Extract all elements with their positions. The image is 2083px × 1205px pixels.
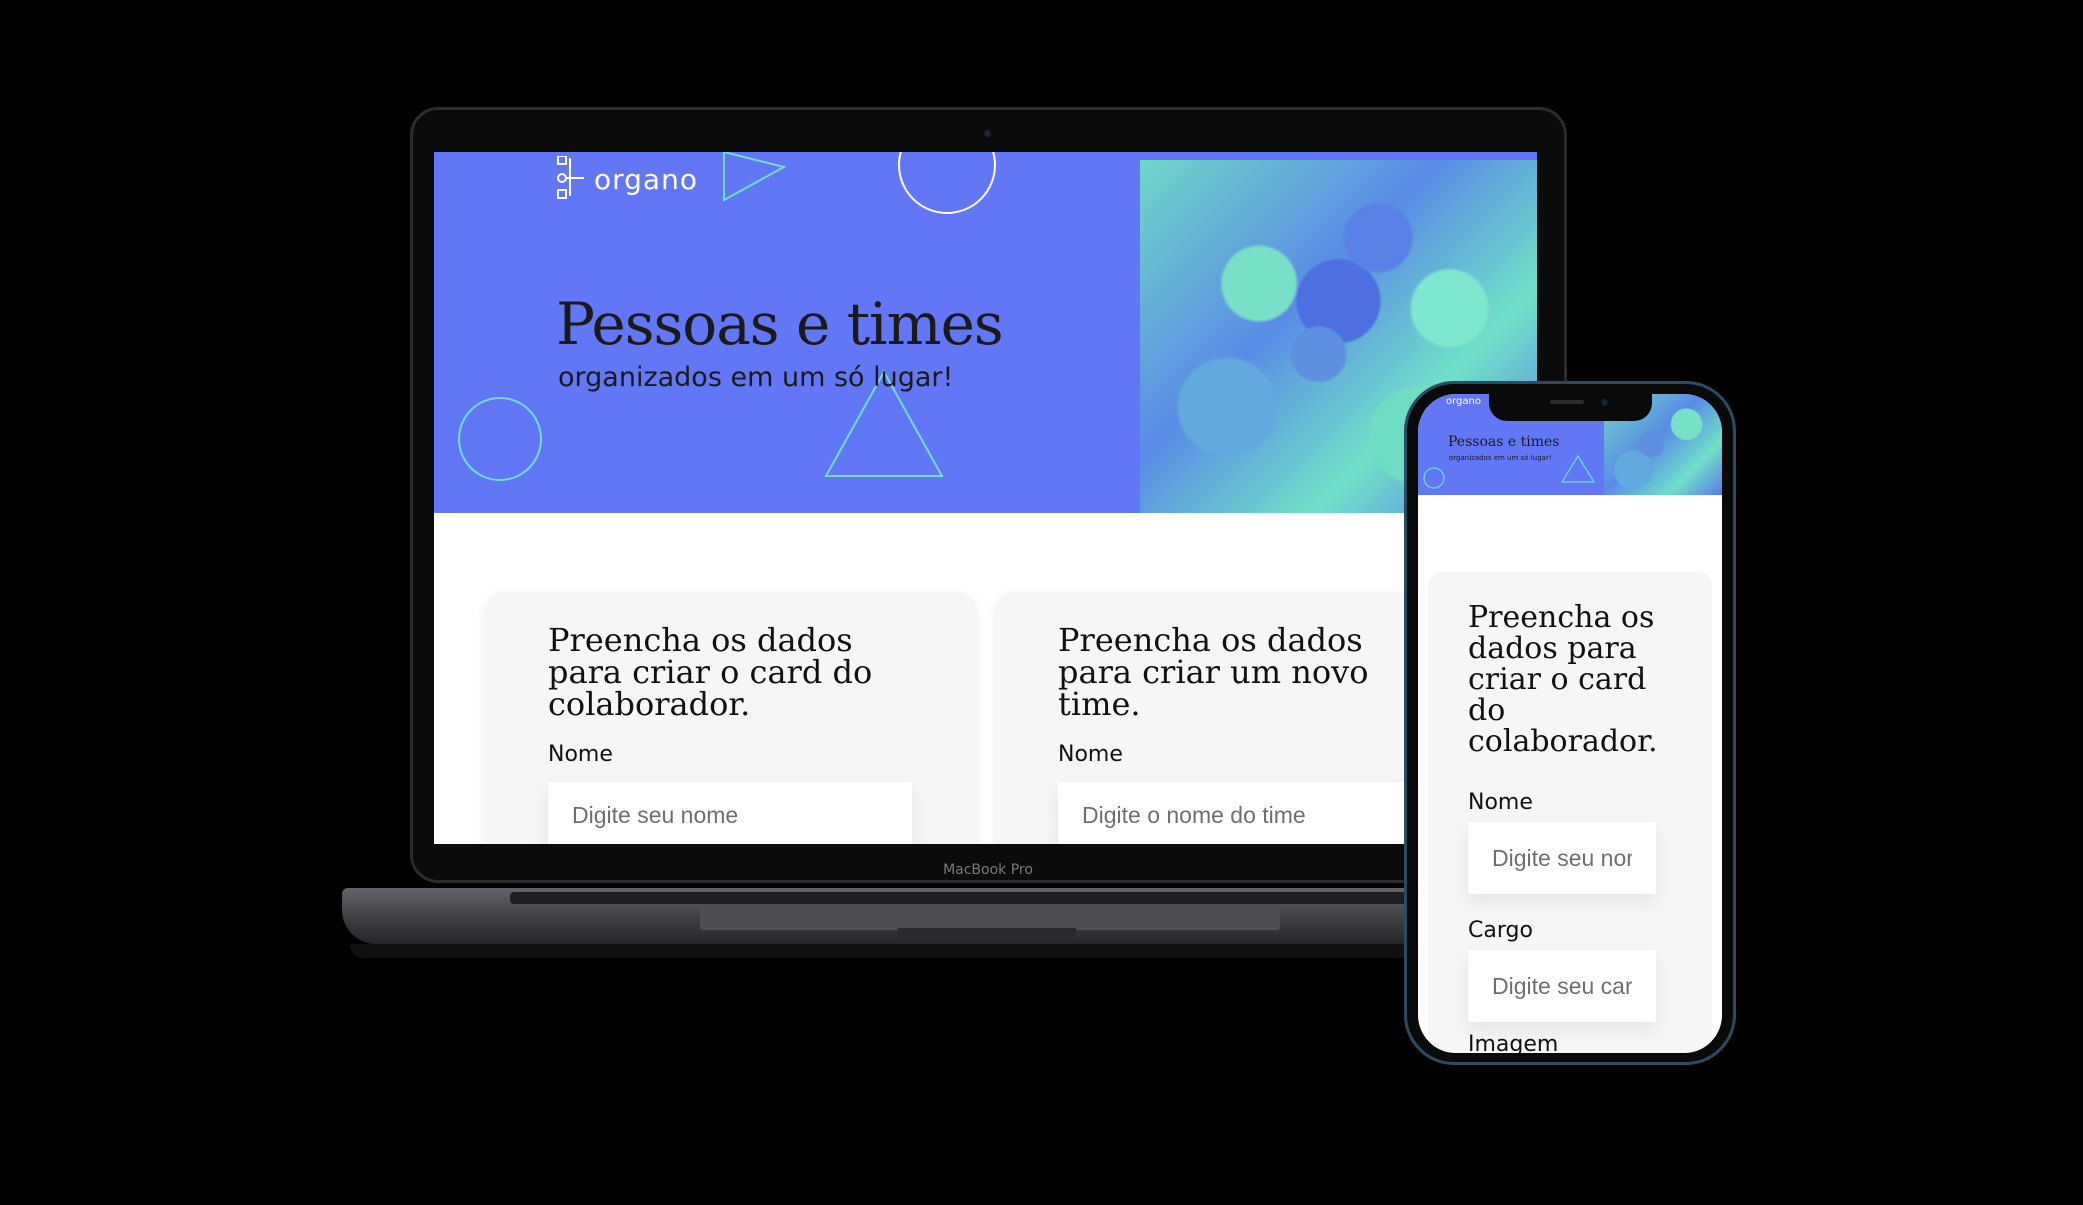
phone-screen: organo Pessoas e times organizados em um… [1418,394,1722,1053]
laptop-brand-label: MacBook Pro [943,862,1033,878]
phone-speaker [1550,400,1584,404]
phone-image-label: Imagem [1468,1032,1559,1053]
phone-role-input[interactable] [1468,950,1656,1022]
header-banner: organo Pessoas e times organizados em um… [434,152,1537,513]
phone-collaborator-form: Preencha os dados para criar o card do c… [1428,572,1712,1053]
phone-logo[interactable]: organo [1446,396,1481,407]
triangle-outline-top [723,152,787,202]
banner-subtitle: organizados em um só lugar! [558,362,954,393]
form-title: Preencha os dados para criar um novo tim… [1058,621,1369,723]
organo-logo-icon [557,156,584,199]
name-input[interactable] [548,782,912,844]
name-label: Nome [548,742,613,767]
banner-title: Pessoas e times [556,290,1004,358]
phone-front-camera [1601,399,1608,406]
team-name-label: Nome [1058,742,1123,767]
organo-logo[interactable]: organo [556,156,698,202]
laptop-camera [984,130,991,137]
base-notch [898,928,1076,942]
collaborator-form-card: Preencha os dados para criar o card do c… [486,592,976,844]
phone-name-input[interactable] [1468,822,1656,894]
phone-banner-subtitle: organizados em um só lugar! [1449,454,1552,462]
phone-banner-title: Pessoas e times [1448,434,1560,450]
trackpad-edge [700,908,1280,930]
logo-text: organo [594,162,698,196]
phone-name-label: Nome [1468,790,1533,815]
phone-role-label: Cargo [1468,918,1533,943]
phone-form-title: Preencha os dados para criar o card do c… [1468,600,1658,759]
phone-notch [1489,387,1652,421]
form-title: Preencha os dados para criar o card do c… [548,621,873,723]
laptop-screen: organo Pessoas e times organizados em um… [434,152,1537,844]
keyboard-edge [510,892,1470,904]
circle-outline-top [898,152,996,214]
circle-outline-bottom [458,397,542,481]
